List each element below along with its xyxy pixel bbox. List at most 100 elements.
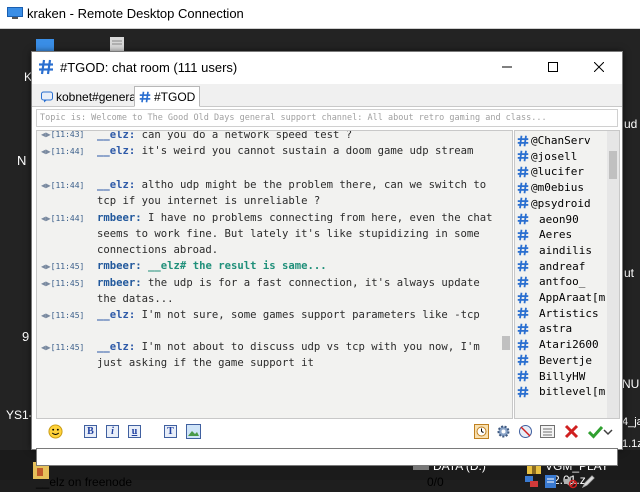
user-icon: [517, 386, 529, 398]
message-nick: __elz:: [97, 145, 136, 157]
close-icon: [594, 62, 604, 72]
chat-log[interactable]: ◀▶[11:43] __elz: can you do a network sp…: [36, 130, 513, 419]
message-body: rmbeer: the udp is for a fast connection…: [97, 275, 497, 307]
emoji-icon[interactable]: [48, 424, 63, 439]
no-sound-icon[interactable]: [518, 424, 533, 439]
message-nick: __elz:: [97, 341, 136, 353]
user-icon: [517, 166, 529, 178]
network-icon[interactable]: [524, 474, 539, 489]
user-list-item[interactable]: astra: [517, 321, 572, 336]
message-body: rmbeer: __elz# the result is same...: [97, 258, 497, 274]
message-timestamp: ◀▶[11:44]: [41, 214, 85, 223]
clock-icon[interactable]: [474, 424, 489, 439]
text-color-button[interactable]: T: [164, 425, 177, 438]
user-icon: [517, 213, 529, 225]
message-timestamp: ◀▶[11:45]: [41, 311, 85, 320]
chat-scrollbar[interactable]: [501, 131, 511, 417]
tab-tgod[interactable]: #TGOD: [134, 86, 201, 107]
message-text: I'm not about to discuss udp vs tcp with…: [97, 341, 480, 369]
chevron-down-icon[interactable]: [603, 427, 613, 437]
user-icon: [517, 245, 529, 256]
remote-desktop-icon: [7, 7, 23, 19]
user-nick: @lucifer: [531, 165, 584, 179]
message-text: can you do a network speed test ?: [141, 130, 353, 141]
desktop-label: 4_ja: [622, 416, 640, 428]
user-list-item[interactable]: andreaf: [517, 259, 585, 274]
user-nick: @psydroid: [531, 196, 591, 210]
user-icon: [517, 150, 529, 162]
user-icon: [517, 370, 529, 382]
user-list-item[interactable]: AppAraat[m]: [517, 290, 612, 305]
tab-label: #TGOD: [154, 89, 196, 104]
message-nick: rmbeer:: [97, 277, 142, 289]
rdp-window-title: kraken - Remote Desktop Connection: [27, 6, 244, 21]
message-body: __elz: altho udp might be the problem th…: [97, 177, 497, 209]
image-icon[interactable]: [186, 424, 201, 439]
user-icon: [517, 229, 529, 241]
user-icon: [517, 197, 529, 209]
message-text: I have no problems connecting from here,…: [97, 212, 493, 256]
user-list-item[interactable]: BillyHW: [517, 369, 585, 384]
user-nick: Bevertje: [539, 353, 592, 367]
user-nick: andreaf: [539, 259, 586, 273]
user-list-item[interactable]: Artistics: [517, 306, 599, 321]
user-icon: [517, 354, 529, 366]
message-body: __elz: can you do a network speed test ?: [97, 130, 497, 143]
pencil-icon[interactable]: [581, 474, 596, 489]
rdp-titlebar[interactable]: kraken - Remote Desktop Connection: [0, 0, 640, 29]
mute-icon[interactable]: [562, 474, 577, 489]
minimize-button[interactable]: [484, 52, 530, 82]
scrollbar-thumb[interactable]: [502, 336, 510, 350]
userlist-scrollbar[interactable]: [607, 131, 619, 418]
user-list-item[interactable]: Aeres: [517, 227, 572, 242]
user-list-item[interactable]: @josell: [517, 149, 577, 164]
user-nick: BillyHW: [539, 369, 586, 383]
user-list-item[interactable]: Atari2600: [517, 337, 599, 352]
scrollbar-thumb[interactable]: [609, 151, 617, 179]
user-nick: @m0ebius: [531, 181, 584, 195]
list-icon[interactable]: [540, 424, 555, 439]
user-list-item[interactable]: aeon90: [517, 212, 579, 227]
message-body: __elz: I'm not about to discuss udp vs t…: [97, 339, 497, 371]
user-icon: [517, 182, 529, 193]
user-list-item[interactable]: bitlevel[m]: [517, 384, 612, 399]
user-list-item[interactable]: Bevertje: [517, 353, 592, 368]
chat-window-title: #TGOD: chat room (111 users): [60, 60, 238, 75]
message-nick: __elz:: [97, 179, 136, 191]
message-input[interactable]: [36, 448, 618, 466]
user-list-item[interactable]: aindilis: [517, 243, 592, 258]
user-list[interactable]: @ChanServ @josell @lucifer @m0ebius @psydroi…: [514, 130, 620, 419]
desktop-label: NU: [622, 377, 640, 391]
user-list-item[interactable]: @m0ebius: [517, 180, 584, 195]
user-list-item[interactable]: @ChanServ: [517, 133, 591, 148]
user-nick: Artistics: [539, 306, 599, 320]
message-text: the udp is for a fast connection, it's a…: [97, 277, 480, 305]
user-nick: aindilis: [539, 243, 592, 257]
server-list-icon[interactable]: [543, 474, 558, 489]
maximize-button[interactable]: [530, 52, 576, 82]
chat-window: #TGOD: chat room (111 users) kobnet#gene…: [31, 51, 623, 489]
user-nick: astra: [539, 322, 573, 336]
italic-button[interactable]: i: [106, 425, 119, 438]
topic-bar[interactable]: Topic is: Welcome to The Good Old Days g…: [36, 109, 618, 127]
message-nick: __elz:: [97, 309, 136, 321]
bold-button[interactable]: B: [84, 425, 97, 438]
clear-icon[interactable]: [564, 424, 579, 439]
chat-titlebar[interactable]: #TGOD: chat room (111 users): [32, 52, 622, 82]
checkmark-icon[interactable]: [588, 424, 603, 439]
settings-icon[interactable]: [496, 424, 511, 439]
user-list-item[interactable]: @lucifer: [517, 164, 584, 179]
user-list-item[interactable]: @psydroid: [517, 196, 591, 211]
user-icon: [517, 260, 529, 272]
user-nick: @ChanServ: [531, 134, 591, 147]
user-list-item[interactable]: antfoo_: [517, 274, 585, 289]
message-text: __elz# the result is same...: [148, 260, 327, 272]
underline-button[interactable]: u: [128, 425, 141, 438]
tab-kobnet-general[interactable]: kobnet#general: [36, 86, 144, 107]
message-timestamp: ◀▶[11:45]: [41, 343, 85, 352]
user-icon: [517, 292, 529, 303]
user-icon: [517, 307, 529, 319]
message-body: __elz: it's weird you cannot sustain a d…: [97, 143, 497, 159]
close-button[interactable]: [576, 52, 622, 82]
desktop-label: N: [17, 153, 27, 168]
